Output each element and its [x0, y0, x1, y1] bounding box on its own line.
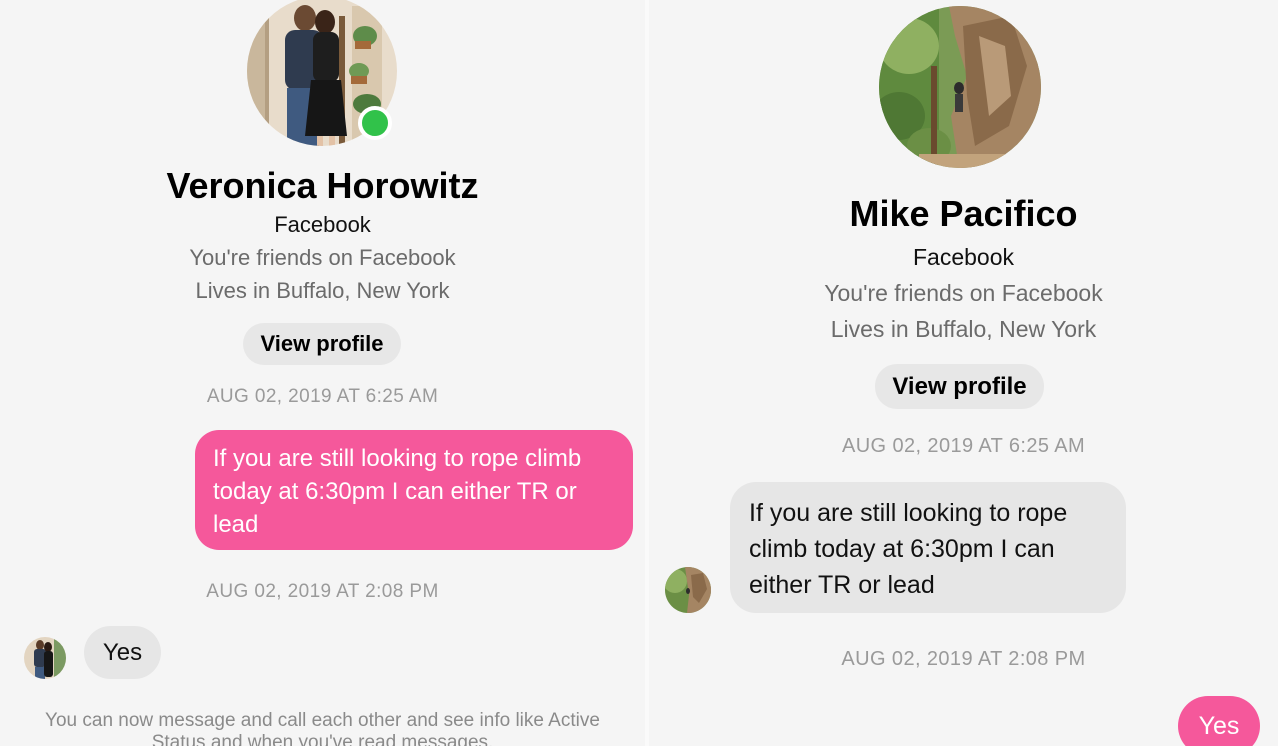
contact-platform: Facebook	[274, 212, 371, 237]
sender-avatar-image	[665, 567, 711, 613]
sender-avatar[interactable]	[665, 567, 711, 613]
view-profile-button[interactable]: View profile	[243, 323, 401, 365]
outgoing-message-bubble[interactable]: Yes	[1178, 696, 1260, 746]
incoming-message-bubble[interactable]: If you are still looking to rope climb t…	[730, 482, 1126, 613]
left-conversation-pane: Veronica Horowitz Facebook You're friend…	[0, 0, 645, 746]
contact-name: Veronica Horowitz	[166, 165, 479, 206]
message-timestamp: AUG 02, 2019 AT 6:25 AM	[206, 386, 439, 407]
sender-avatar-image	[24, 637, 66, 679]
profile-photo-image	[879, 6, 1041, 168]
friend-status: You're friends on Facebook	[824, 280, 1103, 306]
message-timestamp: AUG 02, 2019 AT 6:25 AM	[841, 435, 1086, 457]
contact-location: Lives in Buffalo, New York	[195, 278, 450, 303]
contact-name: Mike Pacifico	[849, 193, 1078, 234]
friend-status: You're friends on Facebook	[189, 245, 456, 270]
contact-platform: Facebook	[912, 244, 1014, 270]
message-timestamp: AUG 02, 2019 AT 2:08 PM	[841, 648, 1086, 670]
connection-info-note: You can now message and call each other …	[45, 710, 600, 746]
outgoing-message-bubble[interactable]: If you are still looking to rope climb t…	[195, 430, 633, 550]
profile-photo[interactable]	[879, 6, 1041, 168]
right-conversation-pane: Mike Pacifico Facebook You're friends on…	[649, 0, 1278, 746]
contact-location: Lives in Buffalo, New York	[830, 316, 1097, 342]
online-status-indicator	[358, 106, 392, 140]
view-profile-button[interactable]: View profile	[875, 364, 1044, 409]
message-timestamp: AUG 02, 2019 AT 2:08 PM	[206, 581, 439, 602]
incoming-message-bubble[interactable]: Yes	[84, 626, 161, 679]
sender-avatar[interactable]	[24, 637, 66, 679]
